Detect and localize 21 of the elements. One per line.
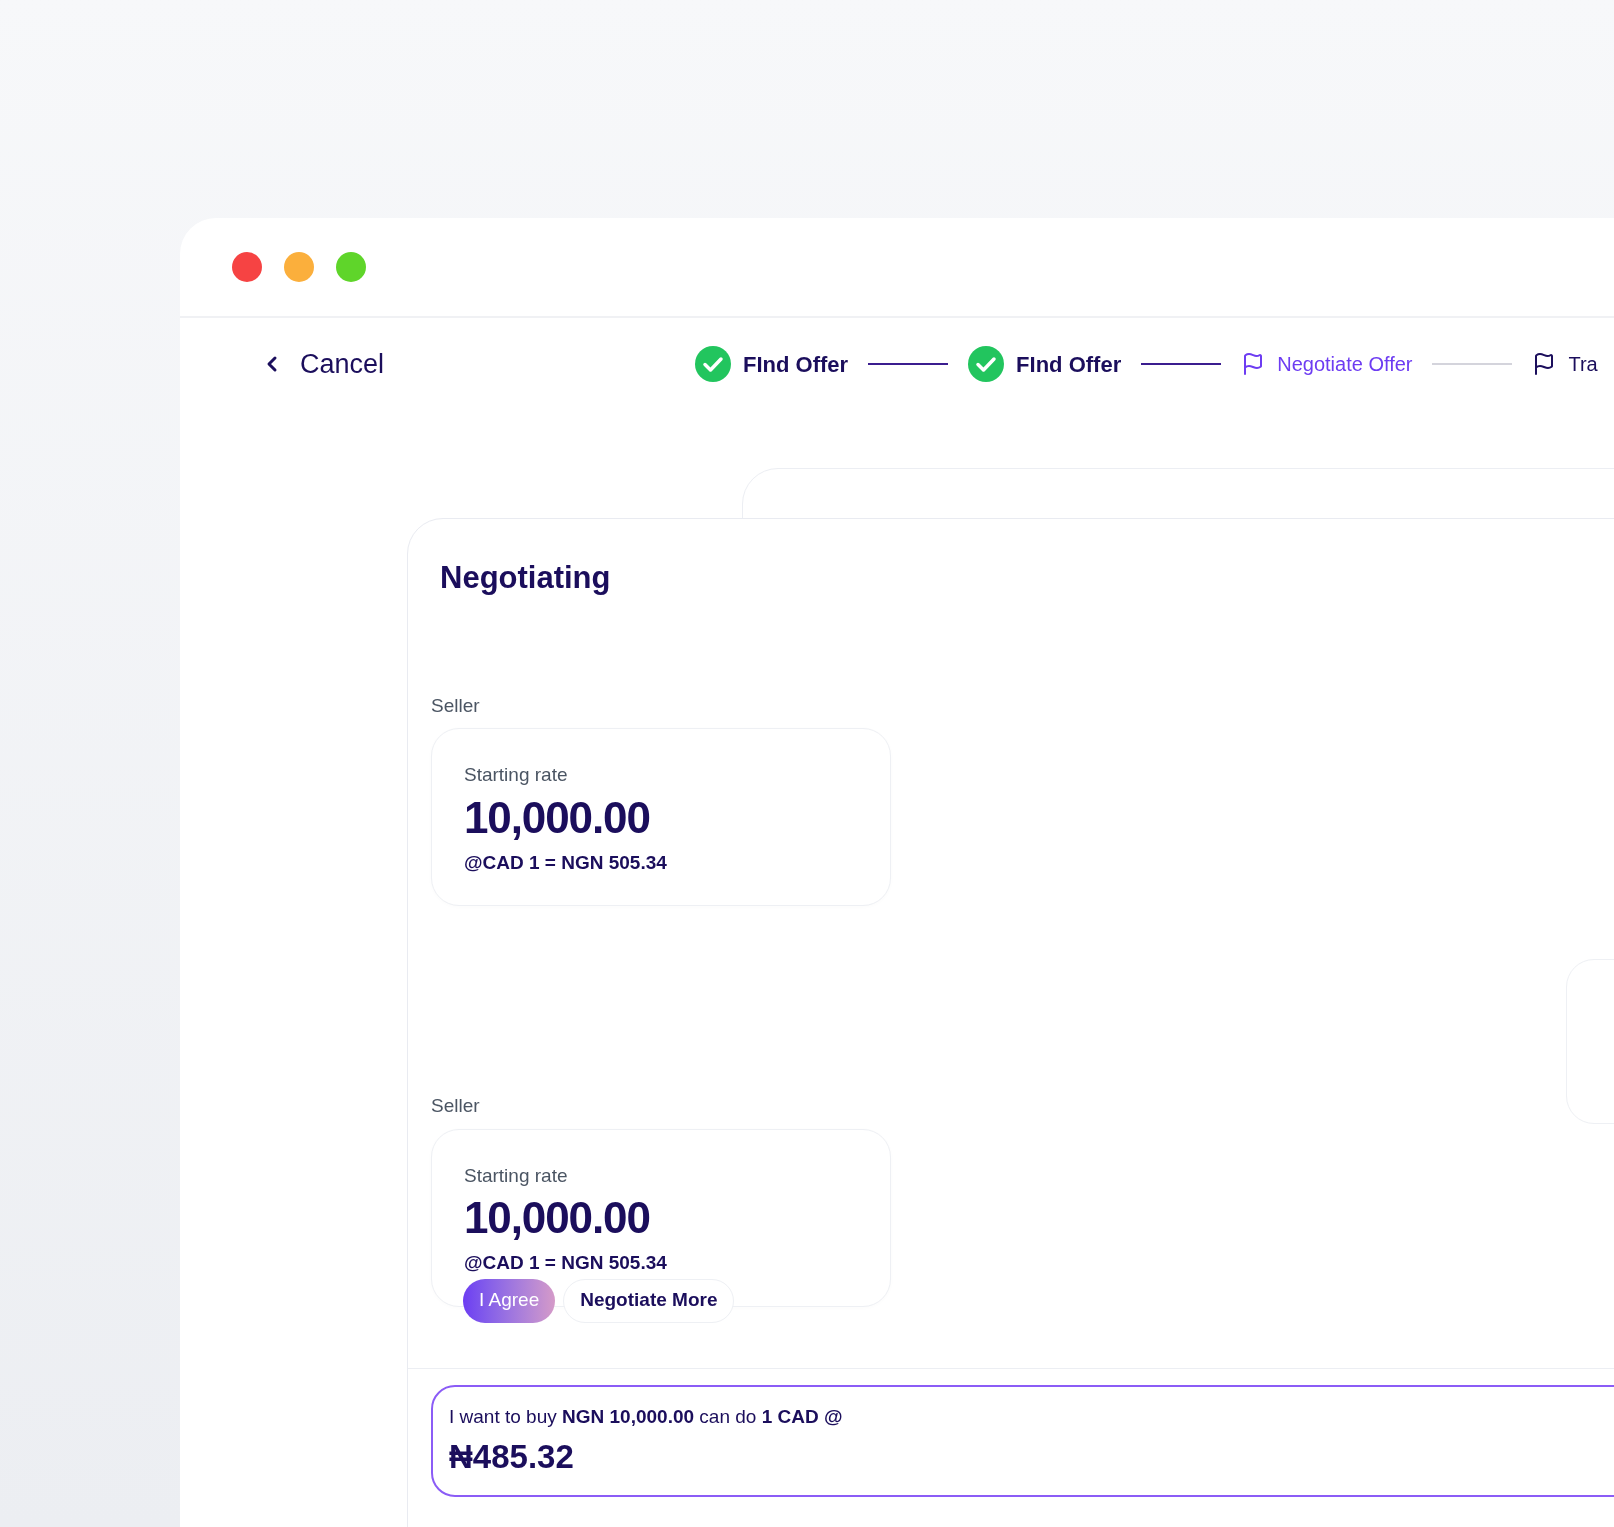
check-circle-icon [695, 346, 731, 382]
agree-button[interactable]: I Agree [463, 1278, 556, 1323]
amount-text: 10,000.00 [464, 791, 650, 844]
caption-text: Starting rate [464, 763, 568, 787]
step-label: Tra [1568, 352, 1598, 377]
party-label: Seller [431, 693, 480, 718]
rate-text: @CAD 1 = NGN 505.34 [464, 850, 667, 875]
step-label: FInd Offer [743, 350, 849, 379]
rate-text: @CAD 1 = NGN 505.34 [464, 1251, 667, 1275]
amount-text: 10,000.00 [464, 1192, 650, 1244]
amount-field[interactable]: ₦485.32 [449, 1431, 1614, 1481]
prompt-text: I want to buy NGN 10,000.00 can do 1 CAD @ [449, 1405, 843, 1429]
cancel-button[interactable]: Cancel [260, 343, 695, 385]
panel-title: Negotiating [440, 559, 611, 597]
message-field[interactable]: I want to buy NGN 10,000.00 can do 1 CAD @ ₦485.32 [431, 1385, 1614, 1497]
check-circle-icon [968, 346, 1005, 382]
step-label: Negotiate Offer [1277, 352, 1413, 377]
party-label: Seller [431, 1094, 480, 1118]
caption-text: Starting rate [464, 1163, 568, 1188]
step-label: FInd Offer [1016, 350, 1122, 379]
negotiate-button[interactable]: Negotiate More [563, 1278, 735, 1323]
